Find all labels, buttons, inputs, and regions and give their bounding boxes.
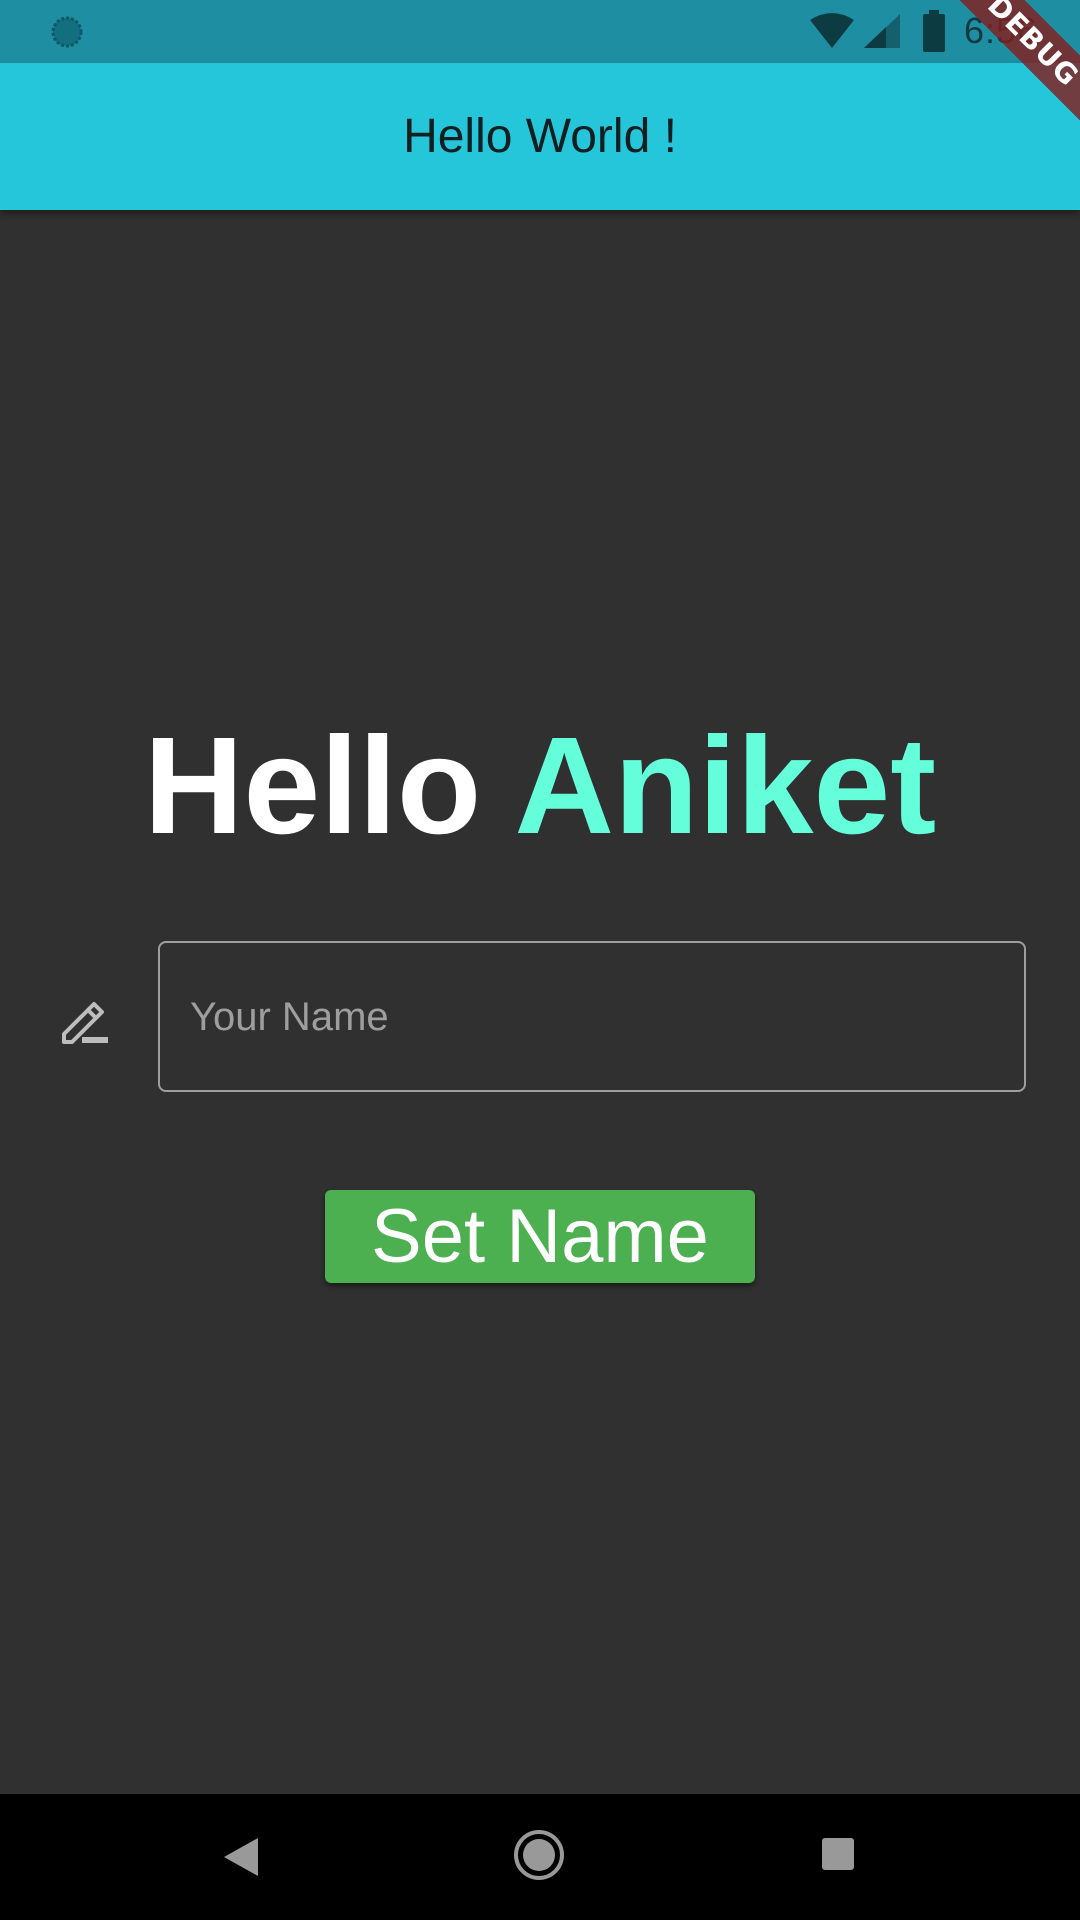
navigation-bar	[0, 1794, 1080, 1920]
battery-icon	[923, 10, 945, 52]
status-bar: 6:56	[0, 0, 1080, 63]
app-title: Hello World !	[403, 110, 677, 163]
app-bar: Hello World !	[0, 63, 1080, 210]
recents-icon[interactable]	[820, 1836, 856, 1872]
edit-icon	[62, 1002, 108, 1044]
greeting-name: Aniket	[514, 709, 937, 863]
app-screen: 6:56 Hello World ! DEBUG Hello Aniket Se…	[0, 0, 1080, 1920]
greeting-hello: Hello	[143, 709, 482, 863]
home-icon[interactable]	[512, 1828, 566, 1882]
back-icon[interactable]	[218, 1834, 262, 1880]
set-name-button[interactable]: Set Name	[325, 1190, 755, 1283]
greeting-text: Hello Aniket	[0, 706, 1080, 866]
sync-icon	[51, 16, 83, 48]
signal-icon	[864, 14, 900, 48]
name-input[interactable]	[188, 943, 992, 1092]
name-field[interactable]	[158, 941, 1026, 1092]
wifi-icon	[810, 13, 854, 48]
